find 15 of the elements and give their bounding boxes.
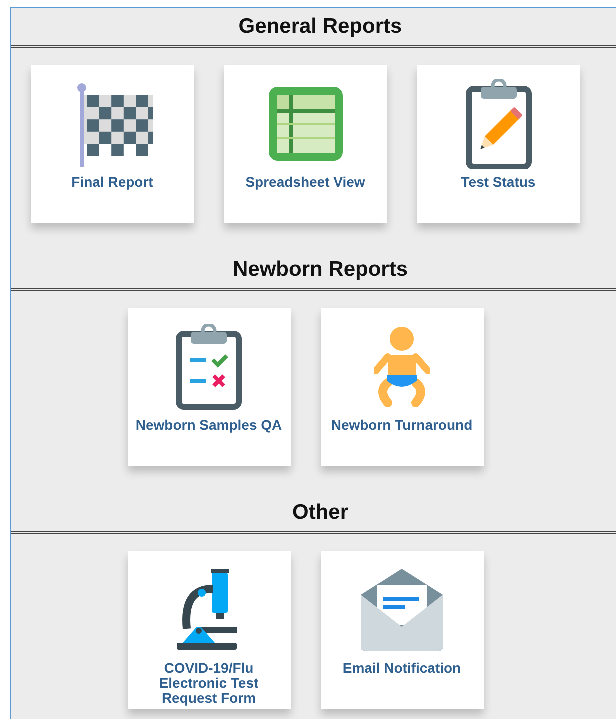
report-tile[interactable]: COVID-19/Flu Electronic Test Request Form [128,551,290,709]
report-tile[interactable]: Test Status [417,65,580,223]
envelope-letter-icon [361,569,443,651]
section-heading: Newborn Reports [11,251,616,291]
report-tile[interactable]: Newborn Samples QA [128,308,290,466]
baby-icon [374,327,430,407]
report-tile[interactable]: Spreadsheet View [224,65,387,223]
section-heading: Other [11,494,616,534]
section-heading: General Reports [11,8,616,48]
spreadsheet-icon [268,87,342,161]
report-tile[interactable]: Final Report [31,65,194,223]
checklist-clipboard-icon [176,324,242,410]
clipboard-pencil-icon [466,79,532,169]
report-tile[interactable]: Email Notification [320,551,484,709]
report-tile[interactable]: Newborn Turnaround [320,308,484,466]
